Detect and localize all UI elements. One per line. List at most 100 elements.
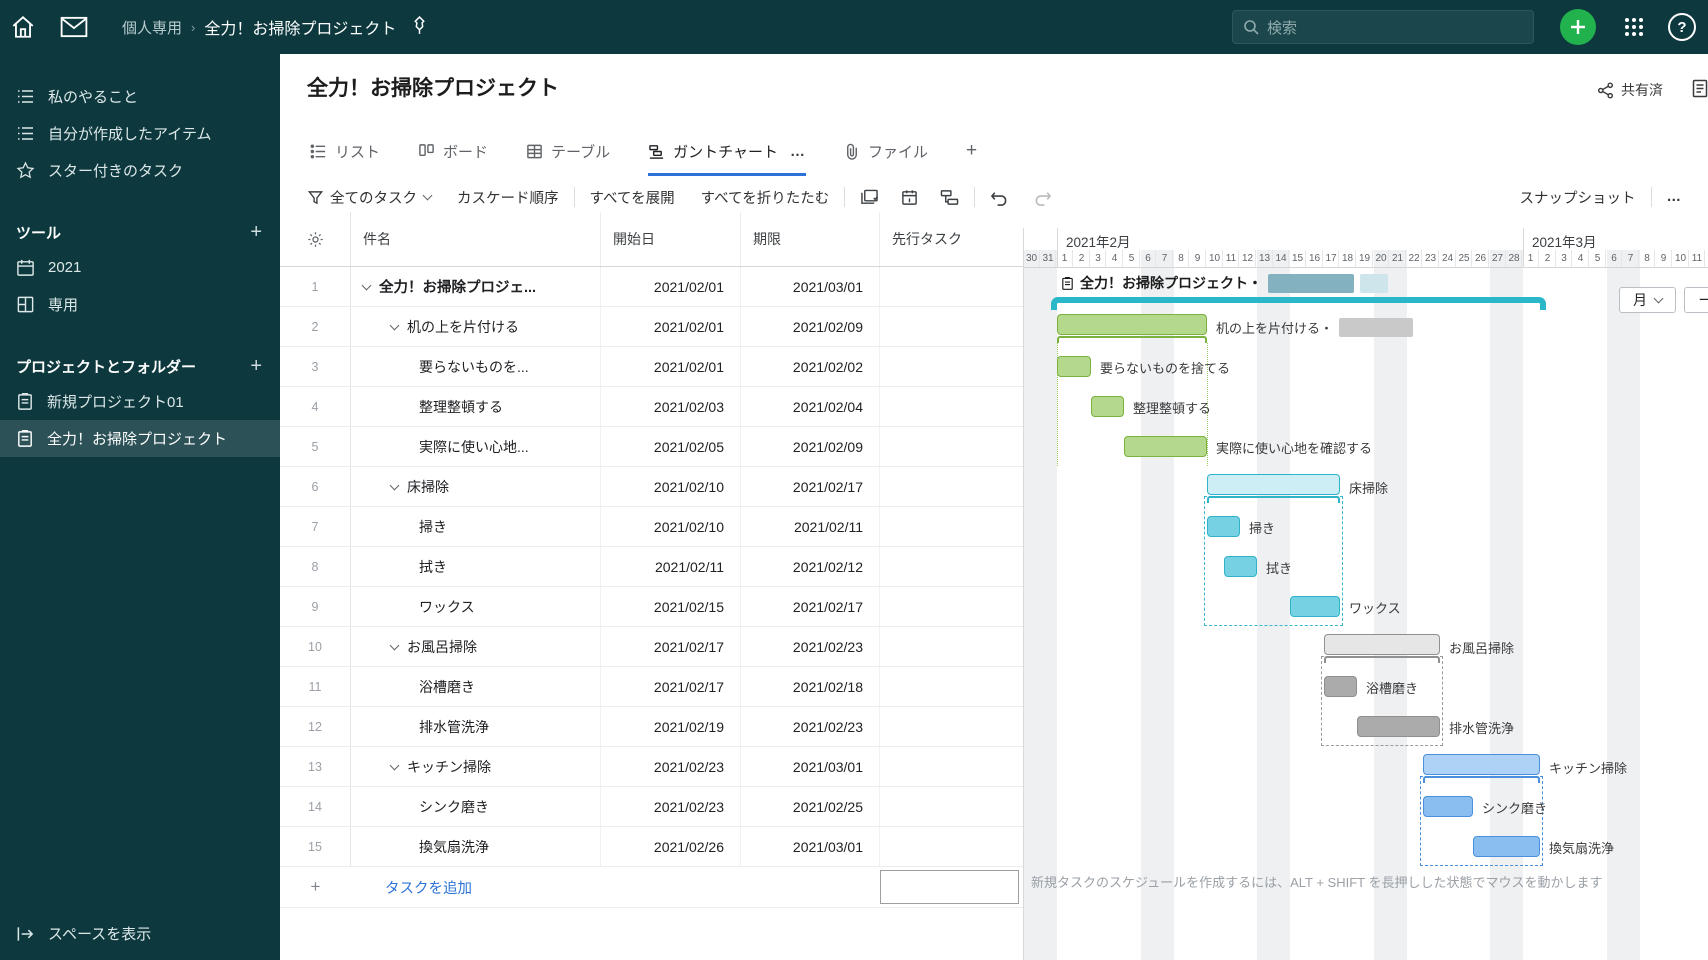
focused-predecessor-cell[interactable] (880, 870, 1019, 904)
breadcrumb-current[interactable]: 全力！お掃除プロジェクト (204, 15, 396, 39)
gantt-bar[interactable] (1057, 314, 1207, 335)
predecessor-cell[interactable] (880, 347, 1023, 386)
predecessor-cell[interactable] (880, 667, 1023, 706)
task-name-cell[interactable]: 排水管洗浄 (351, 707, 601, 746)
sidebar-item-2021[interactable]: 2021 (0, 249, 280, 286)
home-icon[interactable] (10, 14, 36, 40)
tab-options-icon[interactable]: … (790, 143, 806, 160)
task-name-cell[interactable]: 拭き (351, 547, 601, 586)
gantt-bar[interactable] (1324, 634, 1440, 655)
predecessor-cell[interactable] (880, 507, 1023, 546)
due-date-cell[interactable]: 2021/02/09 (741, 427, 880, 466)
create-button[interactable] (1560, 9, 1596, 45)
start-date-cell[interactable]: 2021/02/11 (601, 547, 741, 586)
predecessor-cell[interactable] (880, 387, 1023, 426)
column-header-due[interactable]: 期限 (741, 212, 880, 266)
collapse-chevron-icon[interactable] (389, 320, 400, 330)
start-date-cell[interactable]: 2021/02/23 (601, 787, 741, 826)
task-name-cell[interactable]: 全力！お掃除プロジェ... (351, 267, 601, 306)
due-date-cell[interactable]: 2021/02/23 (741, 627, 880, 666)
start-date-cell[interactable]: 2021/02/26 (601, 827, 741, 866)
gantt-bar[interactable] (1473, 836, 1540, 857)
redo-button[interactable] (1033, 189, 1052, 206)
predecessor-cell[interactable] (880, 427, 1023, 466)
column-header-predecessor[interactable]: 先行タスク (880, 212, 1023, 266)
due-date-cell[interactable]: 2021/02/25 (741, 787, 880, 826)
add-row-plus-icon[interactable]: + (280, 867, 351, 907)
due-date-cell[interactable]: 2021/02/04 (741, 387, 880, 426)
column-settings-button[interactable] (280, 212, 351, 266)
sidebar-item-dedicated[interactable]: 専用 (0, 286, 280, 323)
predecessor-cell[interactable] (880, 707, 1023, 746)
task-name-cell[interactable]: ワックス (351, 587, 601, 626)
gantt-bar[interactable] (1324, 676, 1357, 697)
more-options-button[interactable]: … (1667, 189, 1708, 205)
predecessor-cell[interactable] (880, 267, 1023, 306)
add-task-button[interactable]: タスクを追加 (351, 877, 472, 898)
start-date-cell[interactable]: 2021/02/01 (601, 307, 741, 346)
gantt-bar[interactable] (1423, 796, 1473, 817)
tab-table[interactable]: テーブル (526, 141, 610, 176)
task-name-cell[interactable]: キッチン掃除 (351, 747, 601, 786)
tab-board[interactable]: ボード (418, 141, 488, 176)
task-name-cell[interactable]: 床掃除 (351, 467, 601, 506)
help-button[interactable]: ? (1668, 13, 1696, 41)
start-date-cell[interactable]: 2021/02/19 (601, 707, 741, 746)
gantt-bar[interactable] (1207, 516, 1240, 537)
collapse-all-button[interactable]: すべてを折りたたむ (701, 187, 830, 208)
collapse-chevron-icon[interactable] (361, 280, 372, 290)
start-date-cell[interactable]: 2021/02/17 (601, 667, 741, 706)
predecessor-cell[interactable] (880, 627, 1023, 666)
breadcrumb-root[interactable]: 個人専用 (122, 17, 182, 38)
due-date-cell[interactable]: 2021/03/01 (741, 267, 880, 306)
gantt-bar[interactable] (1357, 716, 1440, 737)
task-name-cell[interactable]: 整理整頓する (351, 387, 601, 426)
gantt-summary-bar[interactable] (1051, 297, 1546, 310)
predecessor-cell[interactable] (880, 747, 1023, 786)
start-date-cell[interactable]: 2021/02/10 (601, 507, 741, 546)
gantt-zoom-out-button[interactable]: − (1684, 287, 1708, 313)
mail-icon[interactable] (60, 16, 88, 38)
gantt-bar[interactable] (1423, 754, 1540, 775)
task-name-cell[interactable]: シンク磨き (351, 787, 601, 826)
column-header-start[interactable]: 開始日 (601, 212, 741, 266)
tab-files[interactable]: ファイル (844, 141, 928, 176)
share-status[interactable]: 共有済 (1597, 80, 1663, 100)
due-date-cell[interactable]: 2021/02/23 (741, 707, 880, 746)
gantt-bar[interactable] (1124, 436, 1207, 457)
gantt-zoom-select[interactable]: 月 (1619, 287, 1676, 313)
start-date-cell[interactable]: 2021/02/15 (601, 587, 741, 626)
add-tool-button[interactable]: + (250, 221, 262, 244)
cascade-sort-button[interactable]: カスケード順序 (457, 187, 559, 208)
dependencies-icon[interactable] (940, 189, 959, 206)
sidebar-item-new-project-01[interactable]: 新規プロジェクト01 (0, 383, 280, 420)
page-title[interactable]: 全力！お掃除プロジェクト (307, 72, 559, 102)
filter-button[interactable]: 全てのタスク (308, 187, 433, 208)
tab-list[interactable]: リスト (310, 141, 380, 176)
start-date-cell[interactable]: 2021/02/01 (601, 347, 741, 386)
snapshot-button[interactable]: スナップショット (1520, 187, 1636, 208)
gantt-bar[interactable] (1207, 474, 1340, 495)
due-date-cell[interactable]: 2021/02/11 (741, 507, 880, 546)
date-range-icon[interactable] (901, 189, 918, 206)
due-date-cell[interactable]: 2021/02/09 (741, 307, 880, 346)
due-date-cell[interactable]: 2021/03/01 (741, 827, 880, 866)
sidebar-item-starred-tasks[interactable]: スター付きのタスク (0, 152, 280, 189)
collapse-chevron-icon[interactable] (389, 480, 400, 490)
task-name-cell[interactable]: 掃き (351, 507, 601, 546)
task-name-cell[interactable]: 浴槽磨き (351, 667, 601, 706)
column-header-name[interactable]: 件名 (351, 212, 601, 266)
predecessor-cell[interactable] (880, 547, 1023, 586)
search-input[interactable]: 検索 (1232, 10, 1534, 44)
start-date-cell[interactable]: 2021/02/03 (601, 387, 741, 426)
task-name-cell[interactable]: 実際に使い心地... (351, 427, 601, 466)
due-date-cell[interactable]: 2021/02/02 (741, 347, 880, 386)
gantt-bar[interactable] (1057, 356, 1091, 377)
start-date-cell[interactable]: 2021/02/17 (601, 627, 741, 666)
task-name-cell[interactable]: 換気扇洗浄 (351, 827, 601, 866)
start-date-cell[interactable]: 2021/02/10 (601, 467, 741, 506)
add-project-button[interactable]: + (250, 355, 262, 378)
collapse-chevron-icon[interactable] (389, 760, 400, 770)
gantt-bar[interactable] (1224, 556, 1257, 577)
sidebar-item-my-todos[interactable]: 私のやること (0, 78, 280, 115)
